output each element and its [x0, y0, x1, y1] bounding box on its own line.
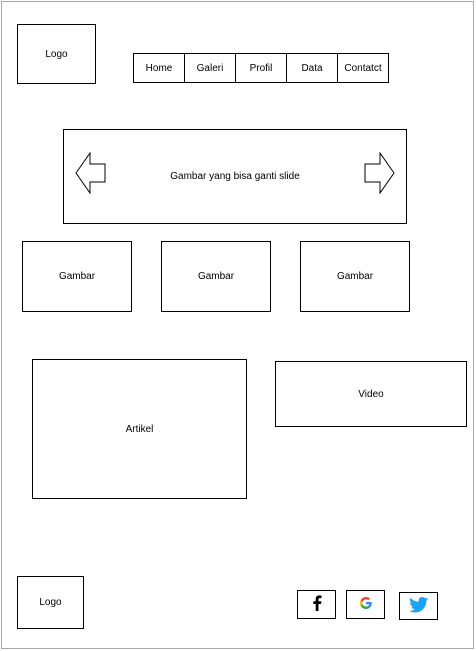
page-frame — [1, 1, 474, 649]
google-button[interactable] — [346, 590, 385, 619]
gallery-image-label: Gambar — [58, 271, 96, 282]
arrow-right-icon[interactable] — [363, 151, 395, 195]
gallery-image-1[interactable]: Gambar — [22, 241, 132, 312]
video-label: Video — [358, 388, 384, 400]
facebook-icon — [311, 595, 323, 614]
google-icon — [359, 596, 373, 613]
article-label: Artikel — [125, 423, 154, 435]
image-slider[interactable]: Gambar yang bisa ganti slide — [63, 129, 407, 224]
header-logo-label: Logo — [45, 48, 68, 60]
twitter-button[interactable] — [399, 592, 438, 620]
nav-item-data[interactable]: Data — [287, 54, 338, 82]
nav-item-label: Profil — [249, 62, 273, 74]
header-logo[interactable]: Logo — [17, 24, 96, 84]
nav-item-label: Galeri — [196, 62, 224, 74]
gallery-image-label: Gambar — [336, 271, 374, 282]
slider-caption: Gambar yang bisa ganti slide — [170, 171, 300, 182]
main-nav: Home Galeri Profil Data Contatct — [133, 53, 389, 83]
nav-item-galeri[interactable]: Galeri — [185, 54, 236, 82]
gallery-image-2[interactable]: Gambar — [161, 241, 271, 312]
gallery-image-3[interactable]: Gambar — [300, 241, 410, 312]
twitter-icon — [408, 596, 429, 616]
nav-item-profil[interactable]: Profil — [236, 54, 287, 82]
nav-item-contact[interactable]: Contatct — [338, 54, 388, 82]
nav-item-label: Contatct — [344, 62, 382, 74]
gallery-image-label: Gambar — [197, 271, 235, 282]
footer-logo-label: Logo — [39, 597, 62, 608]
article-panel[interactable]: Artikel — [32, 359, 247, 499]
footer-logo[interactable]: Logo — [17, 576, 84, 629]
nav-item-home[interactable]: Home — [134, 54, 185, 82]
nav-item-label: Data — [301, 62, 323, 74]
nav-item-label: Home — [145, 62, 173, 74]
arrow-left-icon[interactable] — [75, 151, 107, 195]
video-panel[interactable]: Video — [275, 361, 467, 427]
facebook-button[interactable] — [297, 590, 336, 619]
